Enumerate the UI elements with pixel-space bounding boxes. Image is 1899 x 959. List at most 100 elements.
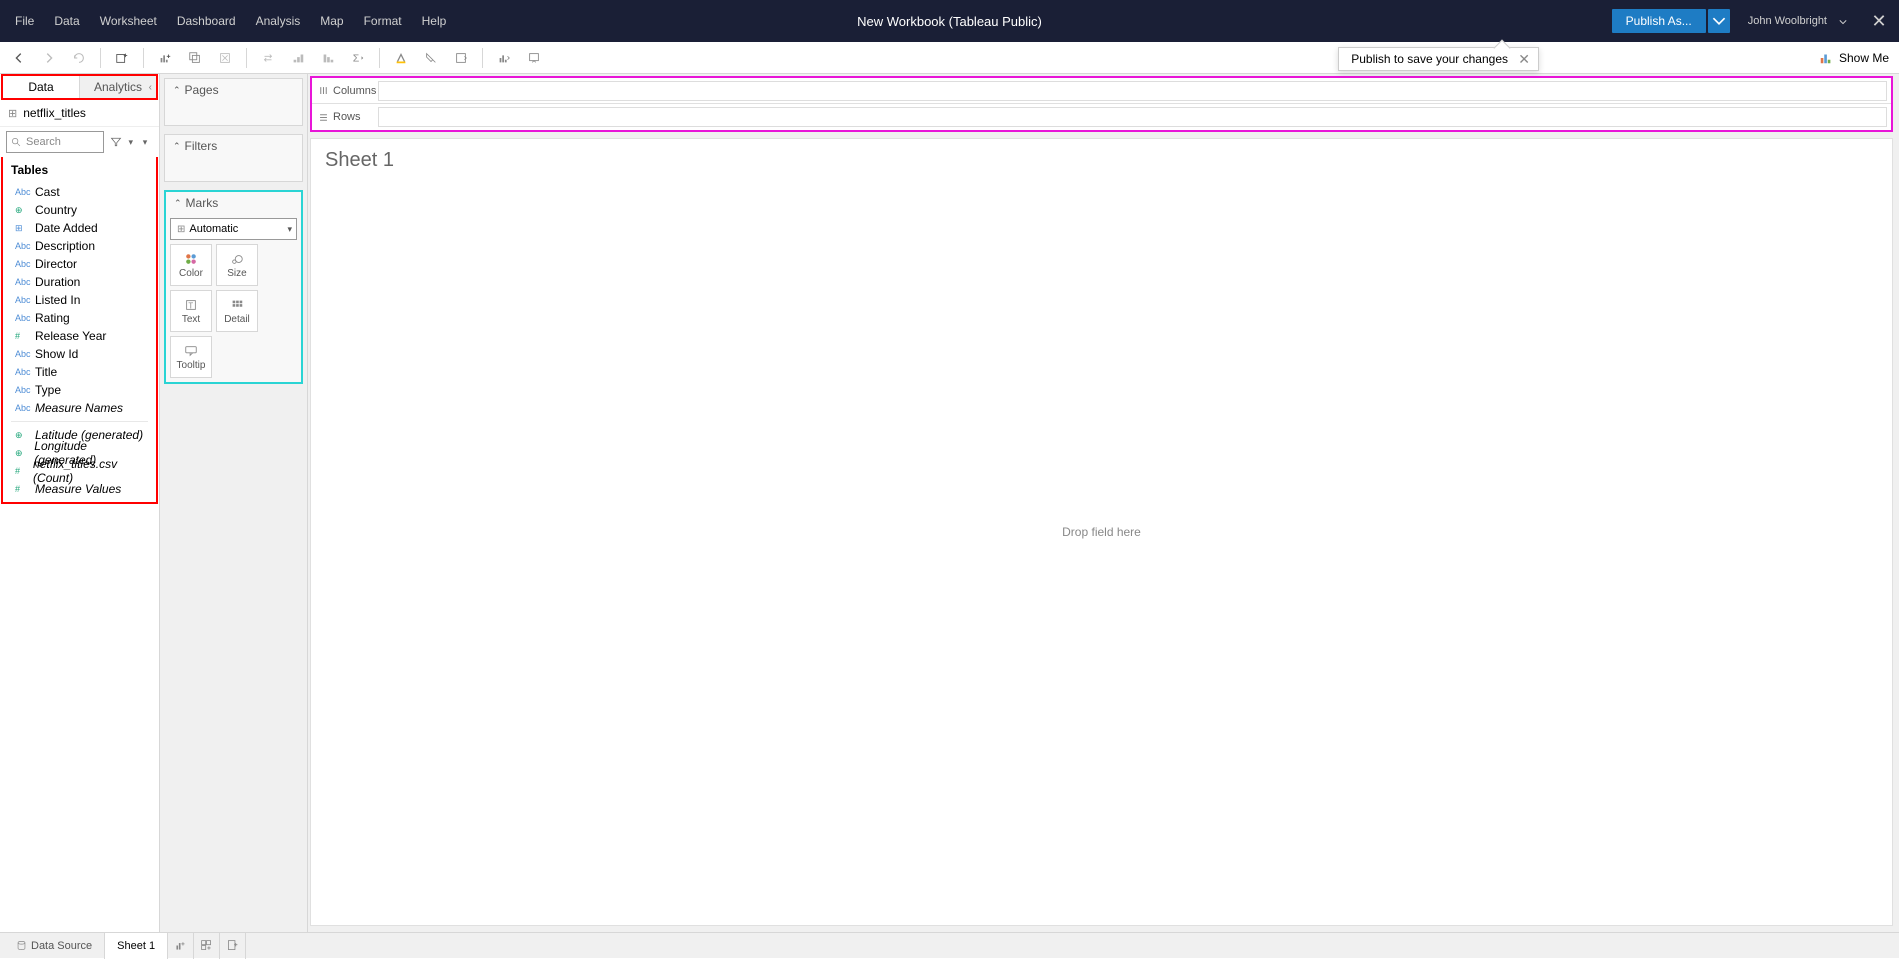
field-listed-in[interactable]: AbcListed In (3, 291, 156, 309)
sort-desc-button[interactable] (315, 45, 341, 71)
marks-type-select[interactable]: ⊞ Automatic ▾ (170, 218, 297, 240)
show-labels-button[interactable] (491, 45, 517, 71)
filter-fields-button[interactable] (108, 132, 124, 152)
menu-data[interactable]: Data (44, 0, 89, 42)
menu-analysis[interactable]: Analysis (246, 0, 311, 42)
field-label: Rating (35, 311, 70, 325)
field-country[interactable]: ⊕Country (3, 201, 156, 219)
publish-button[interactable]: Publish As... (1612, 9, 1706, 33)
datasource-item[interactable]: ⊞ netflix_titles (0, 100, 159, 127)
new-dashboard-button[interactable] (194, 933, 220, 959)
sheet-title[interactable]: Sheet 1 (311, 139, 1892, 182)
columns-drop[interactable] (378, 81, 1887, 101)
duplicate-button[interactable] (182, 45, 208, 71)
new-story-button[interactable] (220, 933, 246, 959)
field-cast[interactable]: AbcCast (3, 183, 156, 201)
field-netflix-titles-csv-count-[interactable]: #netflix_titles.csv (Count) (3, 462, 156, 480)
search-icon (11, 137, 22, 148)
swap-button[interactable] (255, 45, 281, 71)
rows-drop[interactable] (378, 107, 1887, 127)
menubar: File Data Worksheet Dashboard Analysis M… (0, 0, 1899, 42)
menu-map[interactable]: Map (310, 0, 353, 42)
publish-dropdown[interactable] (1708, 9, 1730, 33)
show-me-button[interactable]: Show Me (1819, 51, 1889, 65)
cards-pane: ⌃Pages ⌃Filters ⌃Marks ⊞ Automatic ▾ Col… (160, 74, 308, 932)
presentation-button[interactable] (521, 45, 547, 71)
toast-close-button[interactable]: ✕ (1518, 51, 1530, 68)
new-worksheet-button[interactable] (168, 933, 194, 959)
menu-worksheet[interactable]: Worksheet (90, 0, 167, 42)
field-release-year[interactable]: #Release Year (3, 327, 156, 345)
collapse-icon[interactable]: ‹ (149, 82, 152, 93)
show-me-icon (1819, 51, 1833, 65)
new-worksheet-button[interactable] (152, 45, 178, 71)
svg-text:Σ: Σ (353, 52, 360, 64)
field-label: Cast (35, 185, 60, 199)
mark-detail-button[interactable]: Detail (216, 290, 258, 332)
size-icon (230, 252, 244, 266)
columns-shelf[interactable]: Columns (312, 78, 1891, 104)
filters-card[interactable]: ⌃Filters (164, 134, 303, 182)
mark-text-button[interactable]: T Text (170, 290, 212, 332)
format-button[interactable] (418, 45, 444, 71)
mark-tooltip-button[interactable]: Tooltip (170, 336, 212, 378)
caret-down-icon: ▾ (287, 224, 292, 235)
search-input[interactable]: Search (6, 131, 104, 153)
user-menu[interactable]: John Woolbright (1748, 15, 1847, 28)
sheet-canvas[interactable]: Sheet 1 Drop field here (310, 138, 1893, 926)
menu-file[interactable]: File (5, 0, 44, 42)
field-show-id[interactable]: AbcShow Id (3, 345, 156, 363)
field-duration[interactable]: AbcDuration (3, 273, 156, 291)
menu-dashboard[interactable]: Dashboard (167, 0, 246, 42)
new-data-button[interactable] (109, 45, 135, 71)
field-label: Measure Values (35, 482, 121, 496)
toast-text: Publish to save your changes (1351, 52, 1508, 66)
datasource-name: netflix_titles (23, 106, 86, 120)
sort-asc-button[interactable] (285, 45, 311, 71)
forward-button[interactable] (36, 45, 62, 71)
rows-shelf[interactable]: Rows (312, 104, 1891, 130)
field-label: Duration (35, 275, 80, 289)
field-director[interactable]: AbcDirector (3, 255, 156, 273)
marks-type-value: Automatic (189, 223, 238, 235)
search-placeholder: Search (26, 136, 61, 148)
undo-dropdown[interactable] (66, 45, 92, 71)
field-label: Type (35, 383, 61, 397)
mark-color-button[interactable]: Color (170, 244, 212, 286)
field-description[interactable]: AbcDescription (3, 237, 156, 255)
svg-text:T: T (188, 301, 193, 310)
fields-list: Tables AbcCast⊕Country⊞Date AddedAbcDesc… (1, 157, 158, 504)
drop-field-hint: Drop field here (1062, 525, 1141, 539)
toolbar: Σ Publish to save your changes ✕ Show Me (0, 42, 1899, 74)
bottom-tabs: Data Source Sheet 1 (0, 932, 1899, 958)
field-type[interactable]: AbcType (3, 381, 156, 399)
totals-button[interactable]: Σ (345, 45, 371, 71)
field-label: Measure Names (35, 401, 123, 415)
pages-card[interactable]: ⌃Pages (164, 78, 303, 126)
tab-sheet1[interactable]: Sheet 1 (105, 933, 168, 959)
close-button[interactable]: ✕ (1859, 11, 1899, 32)
field-rating[interactable]: AbcRating (3, 309, 156, 327)
back-button[interactable] (6, 45, 32, 71)
menu-help[interactable]: Help (412, 0, 457, 42)
tab-data[interactable]: Data (3, 76, 79, 98)
field-label: Release Year (35, 329, 106, 343)
marks-card: ⌃Marks ⊞ Automatic ▾ Color Size T Text (164, 190, 303, 384)
highlight-button[interactable] (388, 45, 414, 71)
shelves: Columns Rows (310, 76, 1893, 132)
field-label: Show Id (35, 347, 78, 361)
field-measure-names[interactable]: AbcMeasure Names (3, 399, 156, 417)
tab-analytics[interactable]: Analytics ‹ (79, 76, 156, 98)
field-title[interactable]: AbcTitle (3, 363, 156, 381)
tables-header: Tables (3, 157, 156, 183)
datasource-icon: ⊞ (8, 107, 17, 120)
clear-button[interactable] (212, 45, 238, 71)
field-label: Director (35, 257, 77, 271)
view-mode-button[interactable]: ▾ (137, 132, 153, 152)
menu-format[interactable]: Format (354, 0, 412, 42)
tooltip-icon (184, 344, 198, 358)
fit-button[interactable] (448, 45, 474, 71)
tab-datasource[interactable]: Data Source (0, 933, 105, 959)
mark-size-button[interactable]: Size (216, 244, 258, 286)
field-date-added[interactable]: ⊞Date Added (3, 219, 156, 237)
